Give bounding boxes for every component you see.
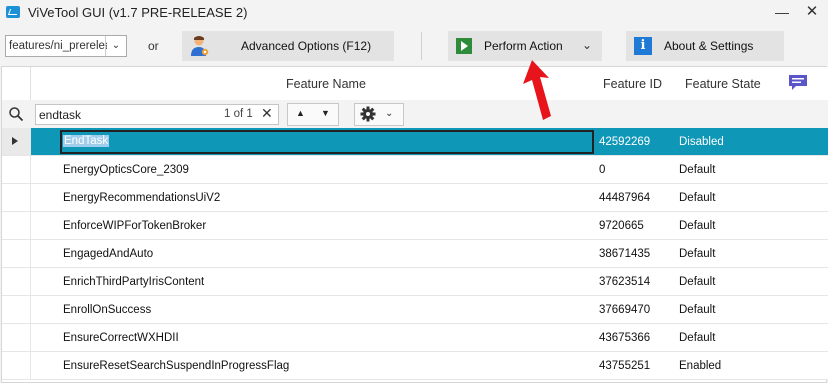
row-indicator[interactable] bbox=[2, 324, 31, 351]
toolbar-divider bbox=[421, 32, 422, 60]
branch-value: features/ni_prerelease bbox=[9, 40, 107, 52]
about-settings-label: About & Settings bbox=[664, 39, 754, 53]
feature-id: 43675366 bbox=[599, 332, 651, 344]
feature-id: 38671435 bbox=[599, 248, 651, 260]
table-row[interactable]: EnrollOnSuccess 37669470 Default bbox=[2, 296, 828, 324]
row-indicator[interactable] bbox=[2, 156, 31, 183]
column-header-id[interactable]: Feature ID bbox=[603, 77, 662, 91]
feature-name: EnergyRecommendationsUiV2 bbox=[63, 192, 221, 204]
column-header-name[interactable]: Feature Name bbox=[286, 77, 366, 91]
app-icon bbox=[6, 6, 20, 18]
feature-rows: EndTask 42592269 Disabled EnergyOpticsCo… bbox=[2, 128, 828, 380]
feature-name: EnergyOpticsCore_2309 bbox=[63, 164, 189, 176]
search-icon bbox=[9, 107, 24, 122]
feature-id: 43755251 bbox=[599, 360, 651, 372]
previous-match-button[interactable]: ▲ bbox=[296, 108, 305, 118]
table-row[interactable]: EnforceWIPForTokenBroker 9720665 Default bbox=[2, 212, 828, 240]
next-match-button[interactable]: ▼ bbox=[321, 108, 330, 118]
or-label: or bbox=[148, 39, 159, 53]
feature-id: 9720665 bbox=[599, 220, 644, 232]
table-row[interactable]: EnrichThirdPartyIrisContent 37623514 Def… bbox=[2, 268, 828, 296]
advanced-options-button[interactable]: Advanced Options (F12) bbox=[182, 31, 394, 61]
feature-id: 42592269 bbox=[599, 136, 651, 148]
feature-grid: Feature Name Feature ID Feature State en… bbox=[1, 66, 828, 383]
row-indicator[interactable] bbox=[2, 240, 31, 267]
search-row: endtask 1 of 1 ✕ ▲ ▼ ⌄ bbox=[2, 100, 828, 129]
feature-name: EnforceWIPForTokenBroker bbox=[63, 220, 207, 232]
feature-state: Enabled bbox=[679, 360, 722, 372]
feature-name: EngagedAndAuto bbox=[63, 248, 154, 260]
row-indicator[interactable] bbox=[2, 184, 31, 211]
play-icon bbox=[456, 38, 472, 54]
toolbar: features/ni_prerelease ⌄ or Advanced Opt… bbox=[0, 26, 828, 66]
perform-action-label: Perform Action bbox=[484, 39, 563, 53]
row-indicator[interactable] bbox=[2, 212, 31, 239]
annotation-arrow-icon bbox=[523, 60, 551, 120]
gear-icon bbox=[360, 106, 376, 122]
window-title: ViVeTool GUI (v1.7 PRE-RELEASE 2) bbox=[28, 5, 248, 20]
table-row[interactable]: EnergyOpticsCore_2309 0 Default bbox=[2, 156, 828, 184]
feature-state: Default bbox=[679, 304, 716, 316]
feature-name: EnsureResetSearchSuspendInProgressFlag bbox=[63, 360, 290, 372]
feature-id: 37669470 bbox=[599, 304, 651, 316]
feature-name: EnrollOnSuccess bbox=[63, 304, 152, 316]
branch-dropdown[interactable]: features/ni_prerelease ⌄ bbox=[5, 35, 127, 57]
table-row[interactable]: EnsureCorrectWXHDII 43675366 Default bbox=[2, 324, 828, 352]
feature-name: EnsureCorrectWXHDII bbox=[63, 332, 179, 344]
current-row-icon bbox=[12, 137, 18, 145]
feature-state: Disabled bbox=[679, 136, 724, 148]
chevron-down-icon[interactable]: ⌄ bbox=[582, 38, 592, 52]
title-bar: ViVeTool GUI (v1.7 PRE-RELEASE 2) — ✕ bbox=[0, 0, 828, 26]
header-corner bbox=[2, 67, 31, 100]
feature-state: Default bbox=[679, 220, 716, 232]
table-row[interactable]: EnsureResetSearchSuspendInProgressFlag 4… bbox=[2, 352, 828, 380]
chevron-down-icon[interactable]: ⌄ bbox=[105, 36, 126, 56]
feature-id: 37623514 bbox=[599, 276, 651, 288]
feature-id: 0 bbox=[599, 164, 606, 176]
search-navigation: ▲ ▼ bbox=[287, 103, 339, 126]
user-settings-icon bbox=[191, 36, 209, 56]
feature-state: Default bbox=[679, 276, 716, 288]
chevron-down-icon: ⌄ bbox=[385, 108, 394, 119]
feature-name: EnrichThirdPartyIrisContent bbox=[63, 276, 205, 288]
info-icon: i bbox=[634, 37, 652, 55]
table-row[interactable]: EngagedAndAuto 38671435 Default bbox=[2, 240, 828, 268]
close-button[interactable]: ✕ bbox=[800, 2, 824, 22]
feature-state: Default bbox=[679, 332, 716, 344]
grid-header: Feature Name Feature ID Feature State bbox=[2, 67, 828, 101]
feature-state: Default bbox=[679, 192, 716, 204]
chat-icon[interactable] bbox=[788, 74, 808, 92]
feature-state: Default bbox=[679, 248, 716, 260]
perform-action-button[interactable]: Perform Action ⌄ bbox=[448, 31, 602, 61]
table-row[interactable]: EndTask 42592269 Disabled bbox=[2, 128, 828, 156]
feature-state: Default bbox=[679, 164, 716, 176]
feature-id: 44487964 bbox=[599, 192, 651, 204]
name-cell-editor[interactable] bbox=[60, 130, 594, 154]
column-header-state[interactable]: Feature State bbox=[685, 77, 761, 91]
clear-icon[interactable]: ✕ bbox=[261, 105, 273, 122]
search-match-count: 1 of 1 bbox=[224, 108, 253, 120]
row-indicator[interactable] bbox=[2, 268, 31, 295]
table-row[interactable]: EnergyRecommendationsUiV2 44487964 Defau… bbox=[2, 184, 828, 212]
row-indicator[interactable] bbox=[2, 128, 31, 155]
search-options-button[interactable]: ⌄ bbox=[354, 103, 404, 126]
search-value: endtask bbox=[39, 108, 82, 122]
row-indicator[interactable] bbox=[2, 296, 31, 323]
row-indicator[interactable] bbox=[2, 352, 31, 379]
search-input[interactable]: endtask 1 of 1 ✕ bbox=[35, 104, 279, 125]
minimize-button[interactable]: — bbox=[770, 2, 794, 22]
advanced-options-label: Advanced Options (F12) bbox=[241, 39, 372, 53]
about-settings-button[interactable]: i About & Settings bbox=[626, 31, 784, 61]
feature-name: EndTask bbox=[63, 135, 110, 147]
